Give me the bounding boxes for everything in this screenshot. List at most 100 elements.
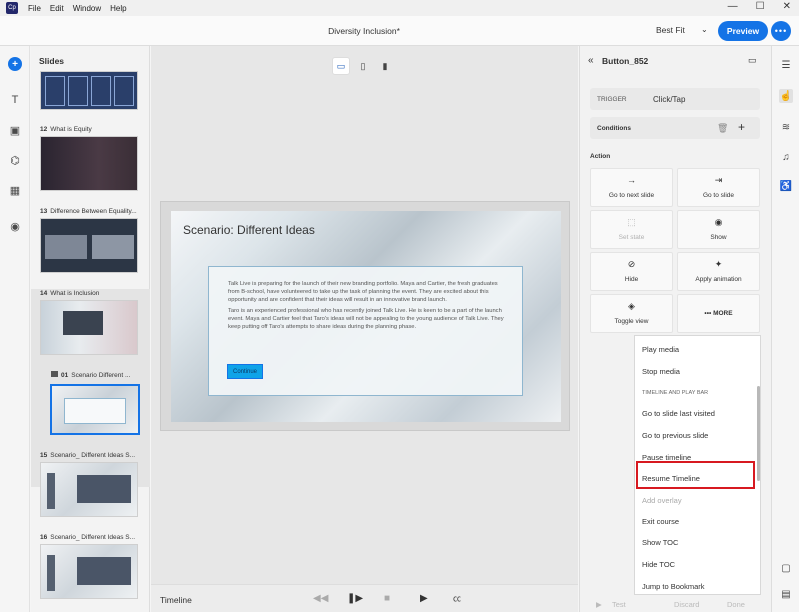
add-icon[interactable]: + (8, 57, 22, 71)
interaction-hand-icon[interactable]: ☝ (779, 89, 793, 103)
skip-back-icon[interactable]: ◀◀ (313, 593, 328, 604)
slide-label-12[interactable]: 12 What is Equity (40, 126, 92, 133)
more-options-button[interactable]: ••• (771, 21, 791, 41)
left-toolbar: ⌂ + T ▣ ⌬ ▦ ◉ (0, 46, 30, 612)
dropdown-scrollbar[interactable] (757, 386, 760, 481)
slide-title: Scenario_ Different Ideas S... (50, 534, 136, 541)
slide-icon (51, 371, 58, 377)
slide-thumbnail-14[interactable] (40, 300, 138, 355)
more-actions-dropdown: Play media Stop media TIMELINE AND PLAY … (634, 335, 761, 595)
slide-paragraph: Talk Live is preparing for the launch of… (228, 281, 498, 303)
minimize-icon[interactable]: — (728, 1, 738, 12)
menu-item-go-to-slide-last-visited[interactable]: Go to slide last visited (642, 409, 715, 418)
desktop-icon[interactable]: ▭ (332, 57, 350, 75)
slide-label-16[interactable]: 16 Scenario_ Different Ideas S... (40, 534, 135, 541)
widgets-icon[interactable]: ▦ (8, 183, 22, 197)
stop-icon[interactable]: ■ (384, 593, 390, 604)
double-chevron-left-icon[interactable]: « (588, 55, 594, 66)
menu-item-exit-course[interactable]: Exit course (642, 517, 679, 526)
continue-button[interactable]: Continue (227, 364, 263, 379)
properties-panel: « Button_852 ▭ TRIGGER Click/Tap Conditi… (579, 46, 771, 612)
action-label: Go to next slide (608, 192, 655, 199)
toggle-view-icon: ◈ (628, 301, 635, 311)
slide-thumbnail-15[interactable] (40, 462, 138, 517)
menu-item-hide-toc[interactable]: Hide TOC (642, 560, 675, 569)
menu-item-stop-media[interactable]: Stop media (642, 367, 680, 376)
panel-layout-icon[interactable]: ▢ (779, 561, 793, 575)
action-apply-animation[interactable]: ✦ Apply animation (677, 252, 760, 291)
menu-item-go-to-previous-slide[interactable]: Go to previous slide (642, 431, 708, 440)
action-go-to-next-slide[interactable]: → Go to next slide (590, 168, 673, 207)
action-label: Go to slide (702, 192, 735, 199)
animation-icon: ✦ (714, 259, 723, 269)
accessibility-icon[interactable]: ♿ (779, 179, 793, 193)
test-button[interactable]: Test (612, 600, 626, 609)
action-show[interactable]: ◉ Show (677, 210, 760, 249)
set-state-icon: ⬚ (627, 217, 636, 227)
menu-window[interactable]: Window (73, 4, 101, 13)
slide-number: 15 (40, 452, 48, 459)
trash-icon[interactable]: 🗑 (717, 123, 728, 134)
slide-thumbnail-16[interactable] (40, 544, 138, 599)
menu-item-jump-to-bookmark[interactable]: Jump to Bookmark (642, 582, 705, 591)
text-icon[interactable]: T (8, 93, 22, 107)
text-container[interactable]: Talk Live is preparing for the launch of… (208, 266, 523, 396)
action-hide[interactable]: ⊘ Hide (590, 252, 673, 291)
music-icon[interactable]: ♫ (779, 150, 793, 164)
discard-button[interactable]: Discard (674, 600, 699, 609)
device-preview-toggle: ▭ ▯ ▮ (332, 57, 394, 75)
menu-item-play-media[interactable]: Play media (642, 345, 679, 354)
record-icon[interactable]: ◉ (8, 219, 22, 233)
media-icon[interactable]: ▣ (8, 123, 22, 137)
preview-button[interactable]: Preview (718, 21, 768, 41)
maximize-icon[interactable]: ☐ (756, 1, 765, 12)
tablet-icon[interactable]: ▯ (354, 57, 372, 75)
action-label: Apply animation (695, 276, 742, 283)
slide-label-15[interactable]: 15 Scenario_ Different Ideas S... (40, 452, 135, 459)
slide-thumbnail-13[interactable] (40, 218, 138, 273)
action-toggle-view[interactable]: ◈ Toggle view (590, 294, 673, 333)
slides-panel-title: Slides (39, 56, 65, 66)
panel-footer: ▶ Test Discard Done (580, 594, 772, 612)
menu-file[interactable]: File (28, 4, 41, 13)
timeline-bar: Timeline ◀◀ ❚▶ ■ ▶ ㏄ (151, 584, 578, 612)
slide-heading[interactable]: Scenario: Different Ideas (183, 223, 315, 237)
add-condition-icon[interactable]: + (738, 120, 745, 134)
slide-paragraph: Taro is an experienced professional who … (228, 308, 504, 330)
slide-number: 01 (61, 372, 69, 379)
menu-help[interactable]: Help (110, 4, 126, 13)
trigger-label: TRIGGER (597, 96, 627, 103)
chevron-down-icon[interactable]: ⌄ (701, 25, 708, 34)
right-toolbar: ☰ ☝ ≋ ♫ ♿ ▢ ▤ (771, 46, 799, 612)
action-go-to-slide[interactable]: ⇥ Go to slide (677, 168, 760, 207)
library-icon[interactable]: ▤ (779, 587, 793, 601)
done-button[interactable]: Done (727, 600, 745, 609)
slide-number: 12 (40, 126, 48, 133)
slide-thumbnail-12[interactable] (40, 136, 138, 191)
captions-icon[interactable]: ㏄ (453, 593, 461, 604)
close-icon[interactable]: ✕ (783, 1, 791, 12)
menu-item-resume-timeline[interactable]: Resume Timeline (642, 474, 700, 483)
mobile-icon[interactable]: ▮ (376, 57, 394, 75)
timeline-label[interactable]: Timeline (160, 595, 192, 605)
trigger-select[interactable]: TRIGGER Click/Tap (590, 88, 760, 110)
step-forward-icon[interactable]: ❚▶ (347, 593, 363, 604)
menu-item-add-overlay[interactable]: Add overlay (642, 496, 682, 505)
eye-off-icon: ⊘ (627, 259, 636, 269)
action-set-state[interactable]: ⬚ Set state (590, 210, 673, 249)
slide-thumbnail[interactable] (40, 71, 138, 110)
slide[interactable]: Scenario: Different Ideas Talk Live is p… (171, 211, 561, 422)
slide-label-14[interactable]: 14 What is Inclusion (40, 290, 99, 297)
menu-item-show-toc[interactable]: Show TOC (642, 538, 678, 547)
zoom-select[interactable]: Best Fit (656, 25, 685, 35)
slide-label-13[interactable]: 13 Difference Between Equality... (40, 208, 137, 215)
slide-thumbnail-01-selected[interactable] (50, 384, 140, 435)
animation-icon[interactable]: ≋ (779, 120, 793, 134)
monitor-icon[interactable]: ▭ (748, 55, 757, 66)
slide-label-01[interactable]: 01 Scenario Different ... (51, 371, 130, 379)
interaction-icon[interactable]: ⌬ (8, 153, 22, 167)
menu-edit[interactable]: Edit (50, 4, 64, 13)
play-icon[interactable]: ▶ (420, 593, 428, 604)
action-more[interactable]: ••• MORE (677, 294, 760, 333)
sliders-icon[interactable]: ☰ (779, 58, 793, 72)
